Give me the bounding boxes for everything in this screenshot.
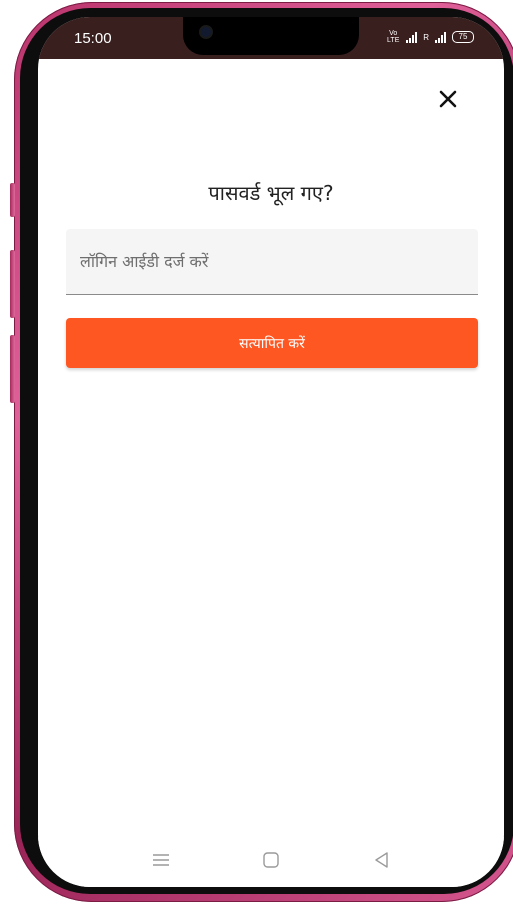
nav-menu-button[interactable] [150, 849, 172, 871]
close-icon [439, 90, 457, 108]
login-id-field[interactable] [66, 229, 478, 295]
phone-side-button [10, 183, 15, 217]
verify-button[interactable]: सत्यापित करें [66, 318, 478, 368]
signal-icon [435, 31, 446, 43]
signal-icon [406, 31, 418, 43]
back-icon [375, 852, 388, 868]
home-icon [263, 852, 279, 868]
status-indicators: Vo LTE R 75 [386, 30, 474, 44]
sim2-label: R [423, 32, 429, 42]
nav-back-button[interactable] [371, 849, 393, 871]
status-time: 15:00 [74, 30, 112, 47]
phone-side-button [10, 250, 15, 318]
login-id-input[interactable] [66, 229, 478, 294]
phone-side-button [10, 335, 15, 403]
stage: 15:00 Vo LTE R 75 पासवर्ड भूल गए? लॉगिन … [0, 0, 513, 904]
navigation-bar [38, 837, 504, 887]
phone-screen: 15:00 Vo LTE R 75 पासवर्ड भूल गए? लॉगिन … [38, 17, 504, 887]
camera-notch [183, 17, 359, 55]
page-title: पासवर्ड भूल गए? [208, 181, 334, 205]
nav-home-button[interactable] [260, 849, 282, 871]
battery-icon: 75 [452, 31, 474, 43]
menu-icon [153, 854, 169, 866]
front-camera-icon [201, 27, 211, 37]
network-label: Vo LTE [387, 30, 400, 44]
close-button[interactable] [436, 87, 460, 111]
